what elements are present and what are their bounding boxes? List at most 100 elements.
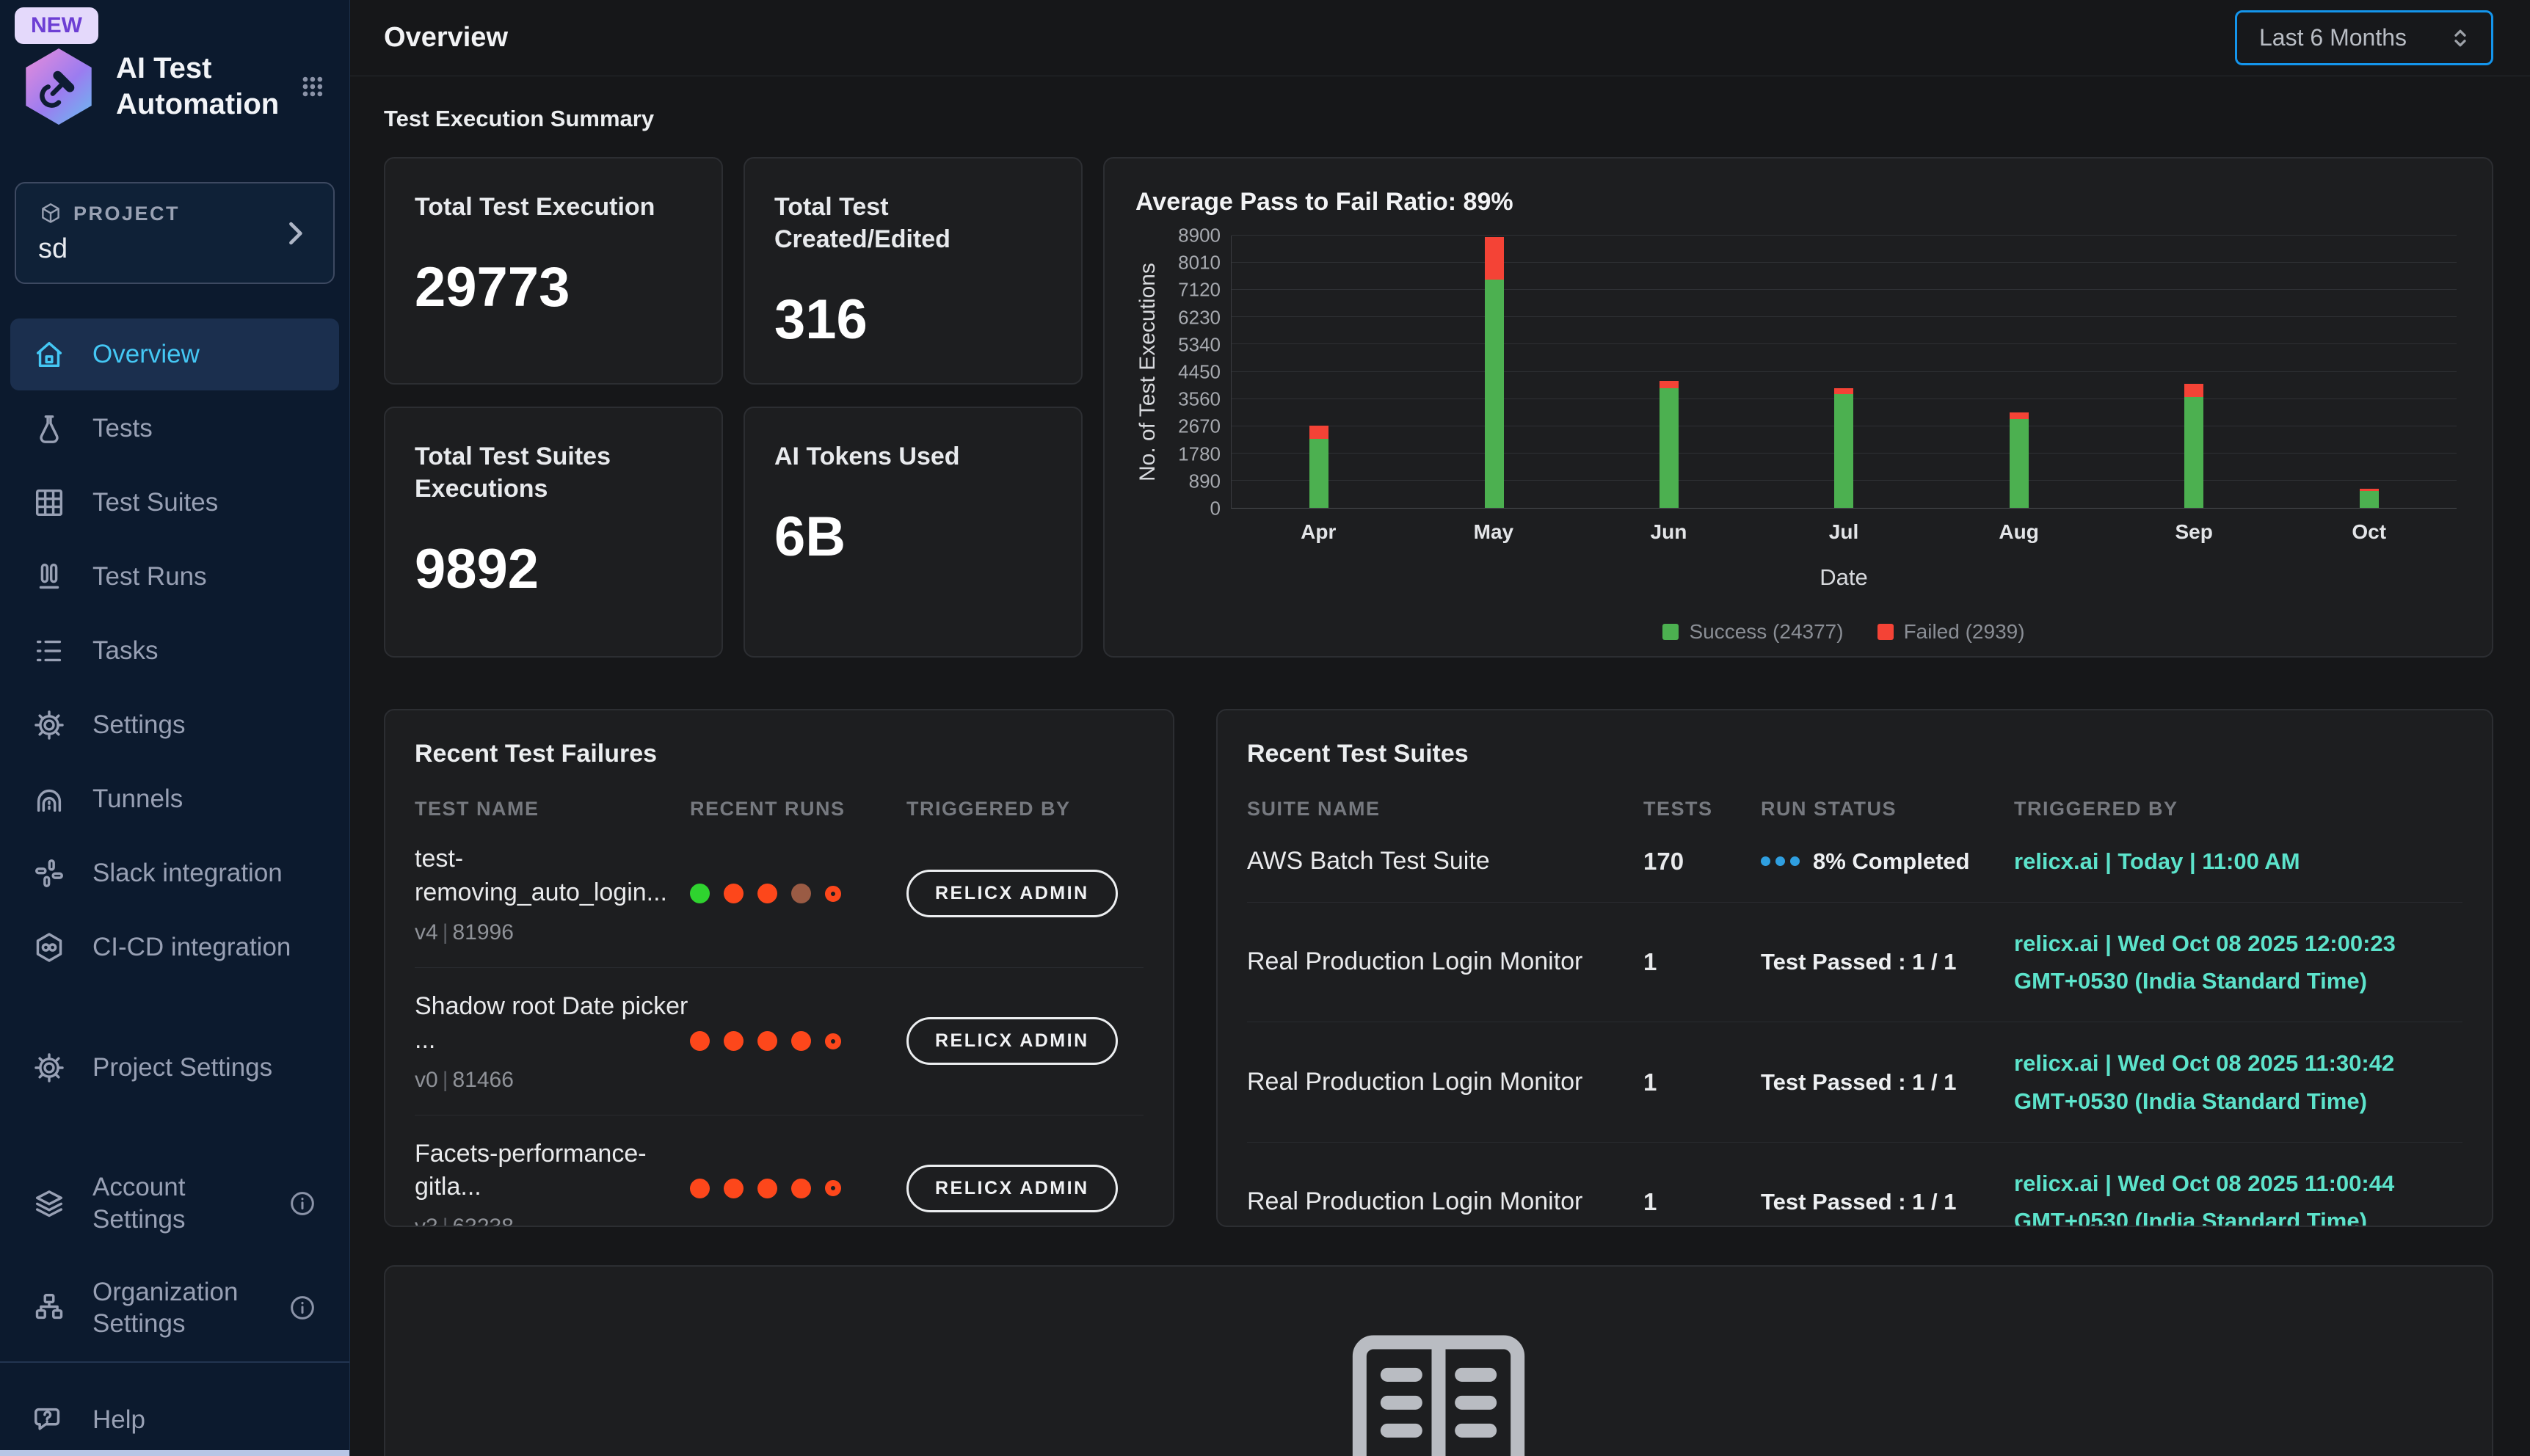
info-icon[interactable] [288,1293,317,1322]
run-status-ring-icon[interactable] [825,886,841,902]
run-status-dot-icon[interactable] [724,884,744,903]
stat-card-ai-tokens: AI Tokens Used 6B [744,407,1083,658]
stat-value: 6B [774,505,1052,569]
app-title: AI Test Automation [116,51,279,123]
run-status-dot-icon[interactable] [690,884,710,903]
run-status-dot-icon[interactable] [690,1031,710,1051]
suite-row[interactable]: Real Production Login Monitor1Test Passe… [1247,1142,2462,1227]
sidebar-item-tasks[interactable]: Tasks [10,615,339,687]
test-name[interactable]: Shadow root Date picker ... [415,990,690,1058]
triggered-by-link[interactable]: relicx.ai | Wed Oct 08 2025 11:00:44 GMT… [2014,1165,2462,1227]
sidebar-item-ci-cd-integration[interactable]: CI-CD integration [10,911,339,983]
bar-jun[interactable] [1582,236,1756,508]
y-tick-label: 890 [1189,470,1221,492]
x-axis-ticks: AprMayJunJulAugSepOct [1231,520,2457,544]
suite-name[interactable]: AWS Batch Test Suite [1247,845,1643,878]
recent-run-dots [690,884,906,903]
y-axis-label: No. of Test Executions [1135,236,1160,509]
tables-row: Recent Test Failures TEST NAMERECENT RUN… [384,709,2493,1227]
stat-value: 29773 [415,255,692,319]
triggered-by-link[interactable]: relicx.ai | Today | 11:00 AM [2014,842,2462,880]
bar-jul[interactable] [1756,236,1931,508]
run-status-dot-icon[interactable] [724,1031,744,1051]
sidebar-item-account-settings[interactable]: Account Settings [10,1152,339,1255]
failure-row[interactable]: Facets-performance-gitla... v3|63238 RELIC… [415,1115,1144,1227]
run-status-dot-icon[interactable] [791,884,811,903]
sidebar-item-organization-settings[interactable]: Organization Settings [10,1257,339,1360]
y-tick-label: 8900 [1178,225,1221,247]
sidebar-item-tests[interactable]: Tests [10,393,339,465]
run-status: Test Passed : 1 / 1 [1761,1069,2014,1096]
triggered-by-link[interactable]: relicx.ai | Wed Oct 08 2025 11:30:42 GMT… [2014,1044,2462,1119]
horizontal-scrollbar[interactable] [0,1450,349,1456]
sidebar-item-label: Settings [92,709,185,741]
sidebar-item-label: Help [92,1404,145,1436]
run-status-ring-icon[interactable] [825,1033,841,1049]
test-version-id: v3|63238 [415,1215,690,1227]
test-name[interactable]: Facets-performance-gitla... [415,1138,690,1205]
sidebar-item-project-settings[interactable]: Project Settings [10,1032,339,1104]
run-status-dot-icon[interactable] [791,1179,811,1198]
sidebar-item-settings[interactable]: Settings [10,689,339,761]
stat-card-suite-executions: Total Test Suites Executions 9892 [384,407,723,658]
run-status-dot-icon[interactable] [757,884,777,903]
suite-name[interactable]: Real Production Login Monitor [1247,1066,1643,1099]
bar-may[interactable] [1406,236,1581,508]
sidebar-item-test-suites[interactable]: Test Suites [10,467,339,539]
apps-grid-icon[interactable] [298,59,327,114]
run-status-dot-icon[interactable] [791,1031,811,1051]
sidebar-item-label: Slack integration [92,857,283,889]
bar-sep[interactable] [2106,236,2281,508]
x-tick-label: Oct [2281,520,2457,544]
triggered-by-button[interactable]: RELICX ADMIN [906,870,1118,917]
sidebar-item-slack-integration[interactable]: Slack integration [10,837,339,909]
x-tick-label: Apr [1231,520,1406,544]
failure-row[interactable]: Shadow root Date picker ... v0|81466 RELIC… [415,967,1144,1115]
main-area: Overview Last 6 Months Test Execution Su… [350,0,2530,1456]
progress-dots-icon [1761,856,1800,866]
run-status-dot-icon[interactable] [690,1179,710,1198]
sidebar-item-label: Account Settings [92,1171,261,1236]
sidebar-item-label: Test Runs [92,561,207,593]
triggered-by-button[interactable]: RELICX ADMIN [906,1017,1118,1065]
home-icon [32,338,66,371]
page-title: Overview [384,22,508,54]
sidebar-nav-bottom: Help [10,1384,339,1456]
date-range-select[interactable]: Last 6 Months [2235,10,2493,65]
run-status-dot-icon[interactable] [757,1179,777,1198]
y-tick-label: 7120 [1178,279,1221,302]
sidebar-item-overview[interactable]: Overview [10,318,339,390]
suite-name[interactable]: Real Production Login Monitor [1247,1185,1643,1219]
failures-table-body: test-removing_auto_login...v4|81996RELIC… [415,820,1144,1227]
sidebar-item-tunnels[interactable]: Tunnels [10,763,339,835]
bar-oct[interactable] [2282,236,2457,508]
section-title: Test Execution Summary [384,106,2493,132]
run-status-dot-icon[interactable] [757,1031,777,1051]
suite-row[interactable]: AWS Batch Test Suite1708% Completedrelic… [1247,820,2462,902]
sidebar-item-help[interactable]: Help [10,1384,339,1456]
suite-row[interactable]: Real Production Login Monitor1Test Passe… [1247,902,2462,1022]
stat-label: Total Test Created/Edited [774,191,1052,255]
run-status-ring-icon[interactable] [825,1180,841,1196]
x-axis-label: Date [1231,564,2457,591]
sidebar-item-test-runs[interactable]: Test Runs [10,541,339,613]
app-logo [21,48,97,125]
triggered-by-link[interactable]: relicx.ai | Wed Oct 08 2025 12:00:23 GMT… [2014,925,2462,1000]
sidebar-item-label: Tasks [92,635,158,667]
bar-aug[interactable] [1932,236,2106,508]
legend-item-failed-2939[interactable]: Failed (2939) [1877,620,2025,644]
failure-row[interactable]: test-removing_auto_login...v4|81996RELIC… [415,820,1144,967]
sidebar-item-label: CI-CD integration [92,931,291,964]
triggered-by-button[interactable]: RELICX ADMIN [906,1165,1118,1212]
legend-item-success-24377[interactable]: Success (24377) [1662,620,1843,644]
column-header: RECENT RUNS [690,798,906,820]
project-value: sd [38,233,180,265]
bar-apr[interactable] [1232,236,1406,508]
info-icon[interactable] [288,1189,317,1218]
suite-name[interactable]: Real Production Login Monitor [1247,945,1643,979]
run-status-dot-icon[interactable] [724,1179,744,1198]
test-version-id: v0|81466 [415,1068,690,1093]
suite-row[interactable]: Real Production Login Monitor1Test Passe… [1247,1022,2462,1141]
project-selector[interactable]: PROJECT sd [15,182,335,284]
test-name[interactable]: test-removing_auto_login... [415,842,690,910]
